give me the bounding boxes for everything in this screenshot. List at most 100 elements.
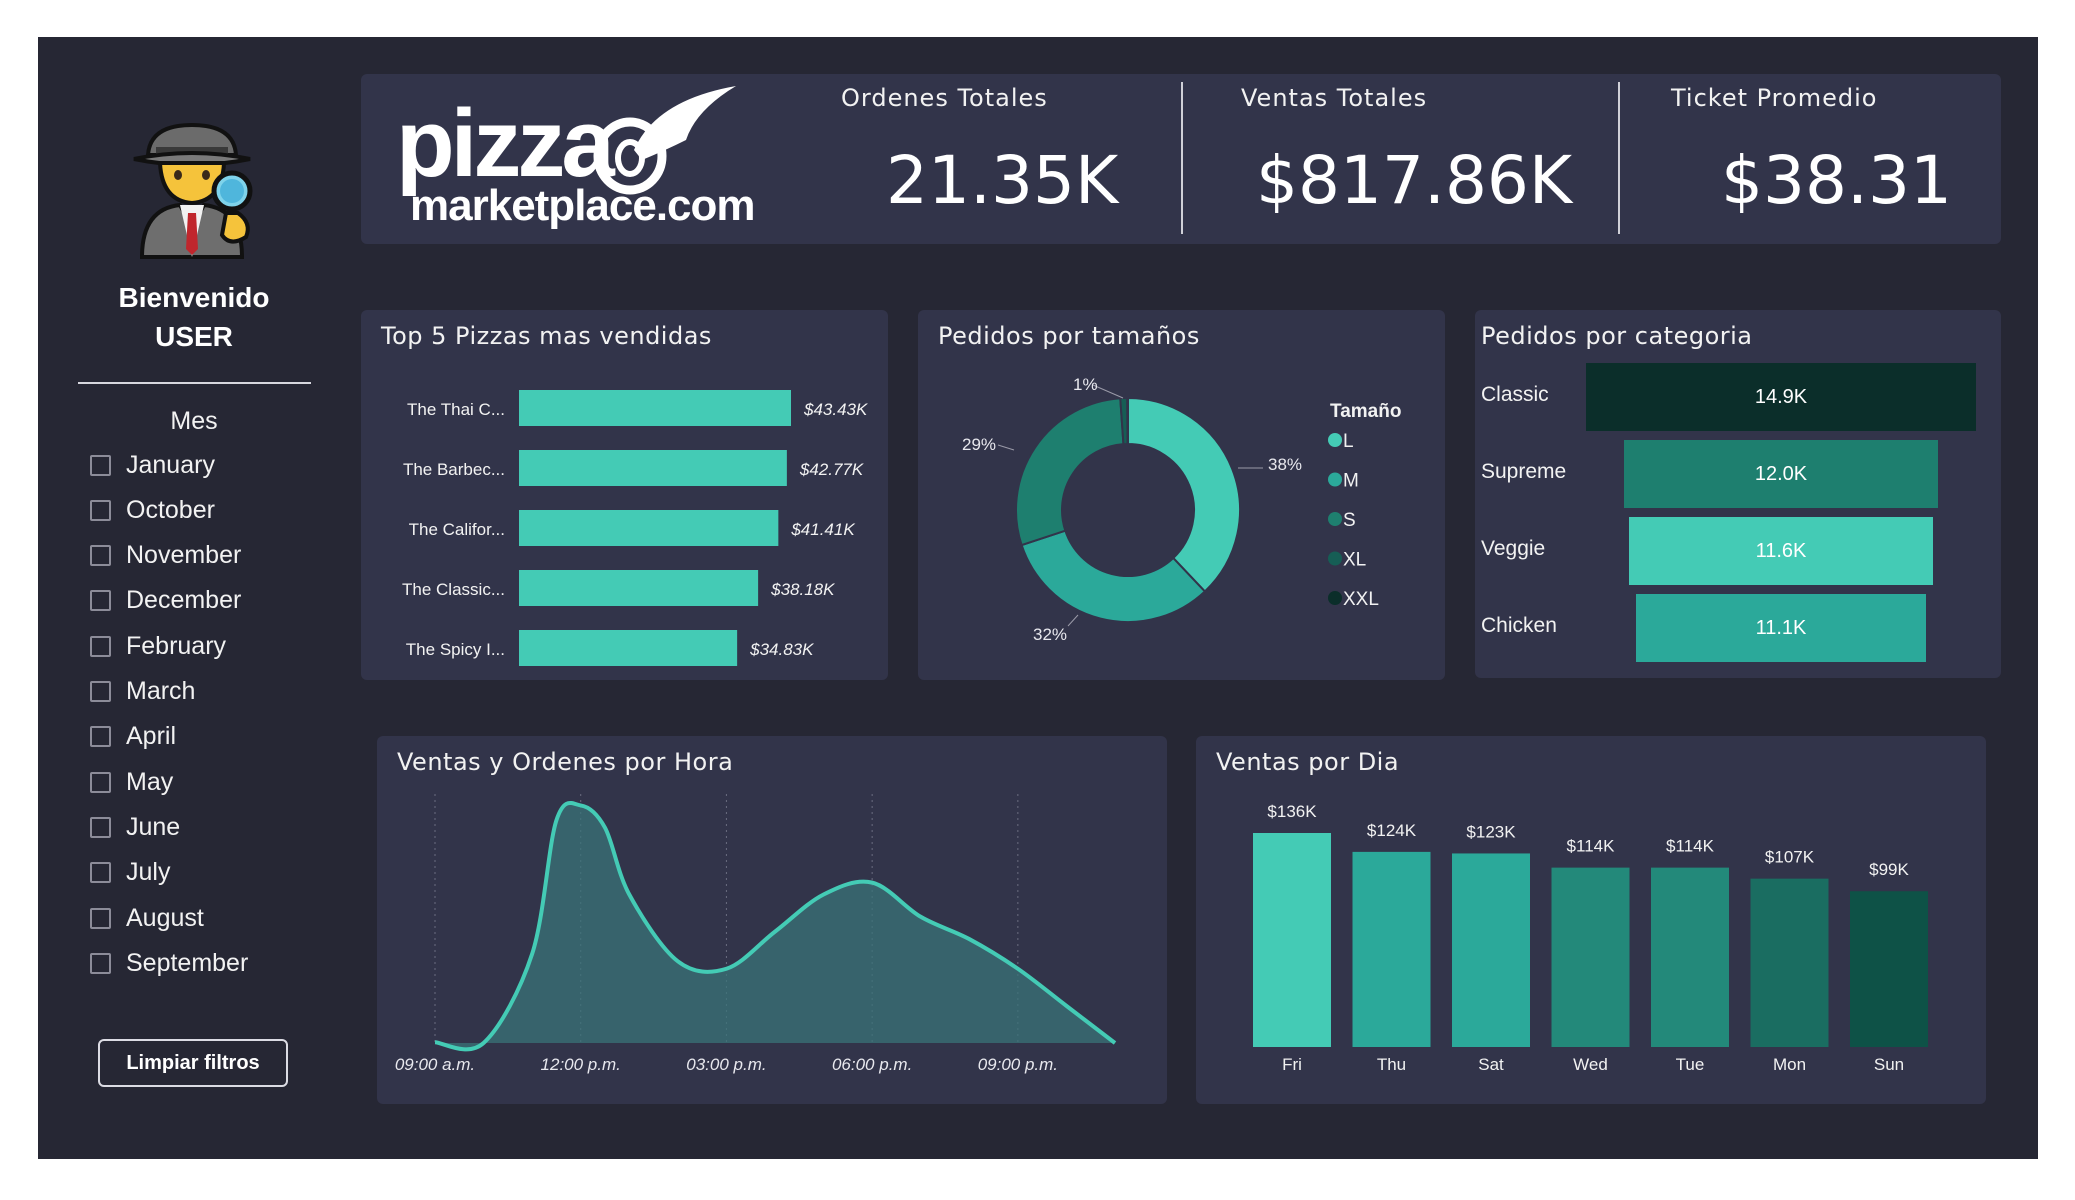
legend-label[interactable]: M [1343, 471, 1359, 492]
donut-slice[interactable] [1020, 529, 1207, 623]
day-bar[interactable] [1651, 867, 1729, 1047]
x-tick-label: 09:00 p.m. [978, 1055, 1058, 1074]
kpi-sales-label: Ventas Totales [1241, 84, 1428, 112]
sizes-panel: Pedidos por tamaños 38% 32% 29% 1% Tamaño L M S… [918, 310, 1445, 680]
bar-category-label: The Califor... [409, 520, 505, 539]
month-label: August [126, 903, 204, 932]
pizza-bar[interactable] [519, 390, 791, 426]
category-bar[interactable]: 11.1K [1635, 594, 1927, 662]
sidebar-divider [78, 382, 311, 384]
bar-value-label: $34.83K [749, 640, 814, 659]
legend-label[interactable]: XXL [1343, 589, 1379, 610]
day-bar[interactable] [1253, 833, 1331, 1047]
leader-line [1067, 614, 1079, 627]
month-filter-item[interactable]: November [90, 539, 241, 573]
kpi-separator [1181, 82, 1183, 234]
legend-marker [1328, 433, 1342, 447]
kpi-header: pizza marketplace.com Ordenes Totales 21… [361, 74, 2001, 244]
day-bar[interactable] [1551, 867, 1630, 1047]
month-filter-item[interactable]: February [90, 629, 226, 663]
checkbox[interactable] [90, 726, 111, 748]
month-label: October [126, 495, 215, 524]
month-label: June [126, 812, 181, 841]
day-value-label: $107K [1765, 848, 1815, 867]
dashboard: Bienvenido USER Mes January October Novemb… [38, 37, 2038, 1159]
kpi-separator [1618, 82, 1620, 234]
month-label: November [126, 541, 242, 570]
bar-category-label: The Thai C... [407, 400, 505, 419]
checkbox[interactable] [90, 862, 111, 884]
detective-icon [133, 122, 253, 259]
legend-marker [1328, 472, 1342, 487]
month-filter-item[interactable]: January [90, 448, 215, 482]
day-bar[interactable] [1452, 853, 1530, 1047]
month-filter-item[interactable]: May [90, 765, 173, 799]
legend-label[interactable]: XL [1343, 550, 1366, 571]
daily-panel: Ventas por Dia $136K Fri $124K Thu $123K Sat $… [1196, 736, 1986, 1104]
month-filter-item[interactable]: April [90, 720, 176, 754]
category-label: Classic [1481, 383, 1549, 406]
kpi-sales-value: $817.86K [1256, 142, 1573, 219]
donut-slice[interactable] [1015, 397, 1125, 547]
day-category-label: Sun [1874, 1055, 1904, 1074]
donut-slice[interactable] [1127, 396, 1241, 593]
month-filter-item[interactable]: September [90, 946, 248, 980]
legend-label[interactable]: S [1343, 510, 1356, 531]
month-filter-item[interactable]: July [90, 856, 170, 890]
month-label: September [126, 948, 249, 977]
month-filter-item[interactable]: December [90, 584, 241, 618]
pizza-marketplace-logo: pizza marketplace.com [396, 86, 756, 230]
category-bar[interactable]: 14.9K [1586, 363, 1976, 431]
category-label: Supreme [1481, 460, 1567, 483]
user-name: USER [155, 321, 233, 352]
checkbox[interactable] [90, 952, 111, 974]
checkbox[interactable] [90, 681, 111, 702]
kpi-orders-value: 21.35K [886, 142, 1119, 219]
day-category-label: Fri [1282, 1055, 1302, 1074]
logo-text-marketplace: marketplace.com [410, 181, 755, 230]
kpi-ticket-label: Ticket Promedio [1671, 84, 1878, 112]
top-pizzas-panel: Top 5 Pizzas mas vendidas The Thai C... $… [361, 310, 888, 680]
kpi-orders-label: Ordenes Totales [841, 84, 1048, 112]
pizza-bar[interactable] [519, 510, 779, 546]
checkbox[interactable] [90, 590, 111, 612]
x-tick-label: 09:00 a.m. [395, 1055, 475, 1074]
legend-label[interactable]: L [1343, 431, 1354, 452]
slice-percent-label: 29% [962, 435, 996, 454]
legend-marker [1328, 551, 1342, 566]
donut-slice[interactable] [1126, 396, 1129, 446]
bar-value-label: $43.43K [803, 400, 868, 419]
clear-filters-button[interactable]: Limpiar filtros [98, 1039, 288, 1087]
hourly-area-chart: 09:00 a.m. 12:00 p.m. 03:00 p.m. 06:00 p.m.… [395, 794, 1117, 1074]
month-filter-item[interactable]: August [90, 901, 204, 935]
bar-category-label: The Spicy I... [406, 640, 505, 659]
logo-swirl-icon [593, 86, 736, 195]
month-filter-item[interactable]: March [90, 675, 195, 709]
pizza-bar[interactable] [519, 570, 759, 606]
pizza-bar[interactable] [519, 450, 787, 486]
month-label: May [126, 767, 174, 796]
x-tick-label: 03:00 p.m. [686, 1055, 766, 1074]
month-filter-item[interactable]: October [90, 493, 215, 527]
day-bar[interactable] [1750, 878, 1829, 1047]
month-label: July [126, 858, 171, 887]
checkbox[interactable] [90, 635, 111, 657]
day-value-label: $114K [1567, 837, 1616, 856]
bar-value-label: $41.41K [790, 520, 855, 539]
category-value: 12.0K [1754, 462, 1808, 485]
category-bar[interactable]: 12.0K [1623, 440, 1939, 508]
slice-percent-label: 32% [1033, 625, 1067, 644]
checkbox[interactable] [90, 907, 111, 929]
pizza-bar[interactable] [519, 630, 738, 666]
month-filter-item[interactable]: June [90, 810, 180, 844]
checkbox[interactable] [90, 499, 111, 521]
month-label: December [126, 586, 242, 615]
x-tick-label: 06:00 p.m. [832, 1055, 912, 1074]
checkbox[interactable] [90, 771, 111, 793]
day-bar[interactable] [1352, 851, 1431, 1047]
checkbox[interactable] [90, 454, 111, 476]
category-bar[interactable]: 11.6K [1629, 517, 1933, 585]
day-bar[interactable] [1850, 891, 1928, 1047]
checkbox[interactable] [90, 545, 111, 567]
checkbox[interactable] [90, 816, 111, 838]
